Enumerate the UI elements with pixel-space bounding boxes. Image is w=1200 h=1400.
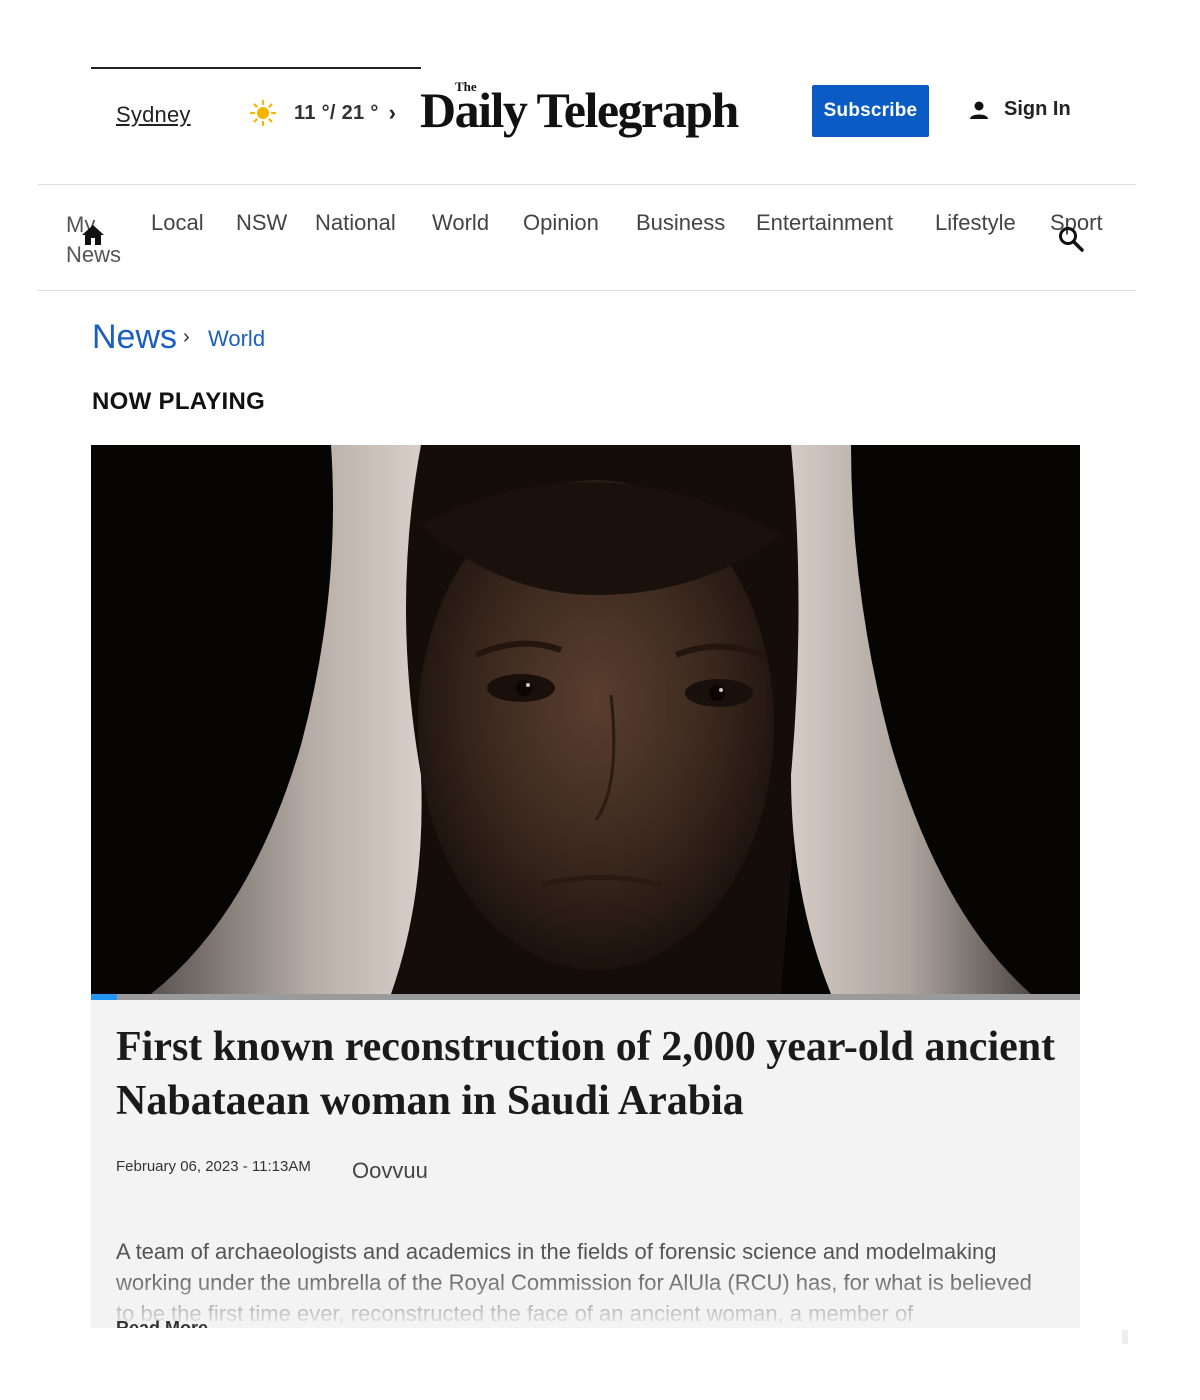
nav-item-world[interactable]: World <box>432 210 489 236</box>
sign-in-label: Sign In <box>1004 98 1071 120</box>
chevron-right-icon[interactable]: › <box>389 100 396 126</box>
summary-fade <box>91 1270 1080 1328</box>
video-player[interactable] <box>91 445 1080 994</box>
article-source: Oovvuu <box>352 1158 428 1183</box>
weather-widget[interactable]: 11 °/ 21 ° › <box>250 100 396 126</box>
scroll-marker <box>1122 1330 1128 1344</box>
nav-item-business[interactable]: Business <box>636 210 725 236</box>
location-link[interactable]: Sydney <box>116 102 191 128</box>
read-more-link[interactable]: Read More <box>116 1318 208 1328</box>
sign-in-button[interactable]: Sign In <box>968 98 1071 121</box>
main-nav: My News Local NSW National World Opinion… <box>0 205 1200 275</box>
breadcrumb-world[interactable]: World <box>208 326 265 352</box>
search-icon[interactable] <box>1057 225 1085 253</box>
weather-temps: 11 °/ 21 ° <box>294 101 379 124</box>
subscribe-button[interactable]: Subscribe <box>812 85 929 137</box>
article-date: February 06, 2023 - 11:13AM <box>116 1158 311 1175</box>
header-rule <box>91 67 421 69</box>
video-frame <box>91 445 1080 994</box>
home-icon[interactable] <box>80 222 106 248</box>
nav-item-national[interactable]: National <box>315 210 396 236</box>
sun-icon <box>250 100 276 126</box>
nav-divider-top <box>38 184 1136 185</box>
page: Sydney 11 °/ 21 ° › The Daily Telegraph … <box>0 0 1200 1400</box>
breadcrumb-separator: › <box>183 326 190 348</box>
nav-item-nsw[interactable]: NSW <box>236 210 287 236</box>
nav-item-opinion[interactable]: Opinion <box>523 210 599 236</box>
user-icon <box>970 101 988 119</box>
nav-item-entertainment[interactable]: Entertainment <box>756 210 893 236</box>
nav-item-local[interactable]: Local <box>151 210 204 236</box>
masthead-logo[interactable]: The Daily Telegraph <box>420 78 755 142</box>
nav-item-lifestyle[interactable]: Lifestyle <box>935 210 1016 236</box>
nav-divider-bottom <box>38 290 1136 291</box>
now-playing-label: NOW PLAYING <box>92 388 266 415</box>
article-card: First known reconstruction of 2,000 year… <box>91 1000 1080 1328</box>
breadcrumb-news[interactable]: News <box>92 318 177 357</box>
masthead-the: The <box>455 79 477 94</box>
article-headline[interactable]: First known reconstruction of 2,000 year… <box>116 1020 1066 1128</box>
